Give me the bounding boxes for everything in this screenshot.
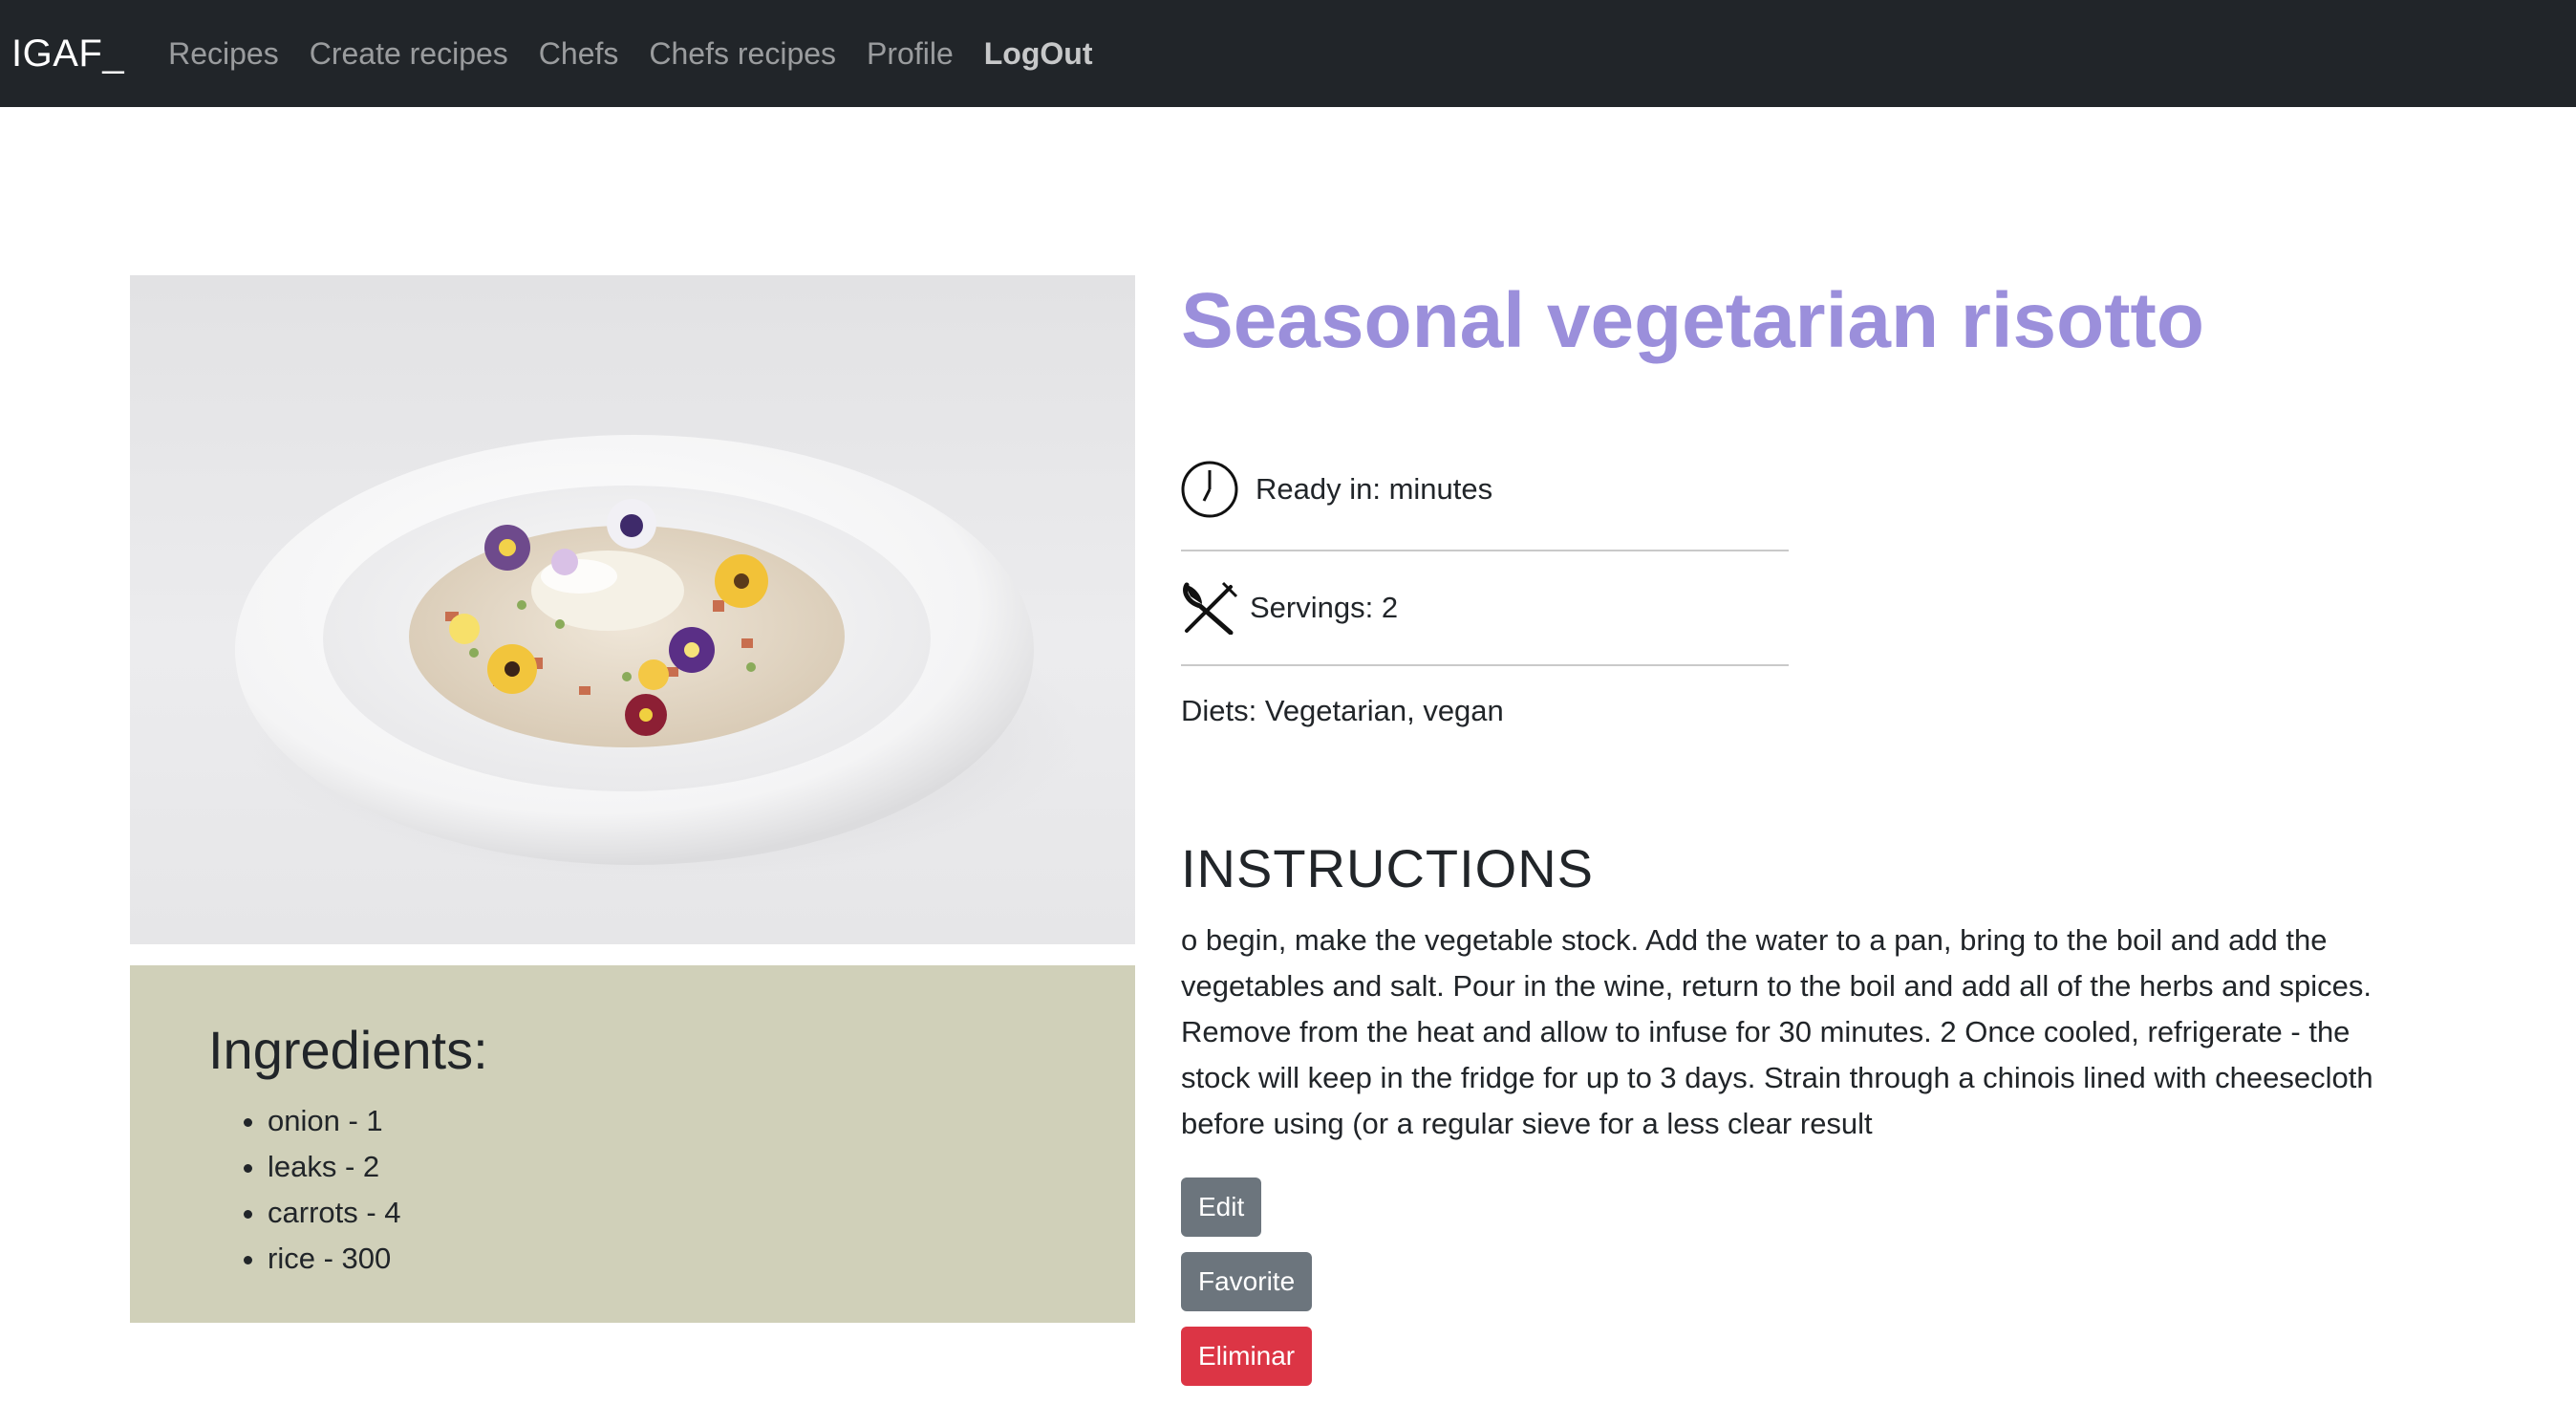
recipe-details: Seasonal vegetarian risotto Ready in: mi… xyxy=(1181,275,2423,1386)
ready-in-text: Ready in: minutes xyxy=(1256,472,1493,506)
nav-link-chefs[interactable]: Chefs xyxy=(539,36,619,72)
ingredients-list: onion - 1 leaks - 2 carrots - 4 rice - 3… xyxy=(208,1098,1135,1282)
risotto-plate-image xyxy=(235,435,1085,877)
nav-link-chefs-recipes[interactable]: Chefs recipes xyxy=(649,36,836,72)
brand-logo[interactable]: IGAF_ xyxy=(11,32,124,76)
ingredient-item: carrots - 4 xyxy=(268,1190,1135,1236)
divider xyxy=(1181,664,1789,666)
edit-button[interactable]: Edit xyxy=(1181,1178,1262,1237)
nav-link-recipes[interactable]: Recipes xyxy=(168,36,279,72)
ready-in-row: Ready in: minutes xyxy=(1181,461,1789,518)
ingredients-title: Ingredients: xyxy=(208,1020,488,1080)
fork-knife-icon xyxy=(1181,581,1238,635)
ingredients-panel: Ingredients: onion - 1 leaks - 2 carrots… xyxy=(130,965,1135,1323)
delete-button[interactable]: Eliminar xyxy=(1181,1327,1313,1386)
diets-row: Diets: Vegetarian, vegan xyxy=(1181,690,2136,732)
servings-row: Servings: 2 xyxy=(1181,579,1789,637)
diets-text: Diets: Vegetarian, vegan xyxy=(1181,694,1504,727)
recipe-image xyxy=(130,275,1135,944)
recipe-title: Seasonal vegetarian risotto xyxy=(1181,277,2204,364)
divider xyxy=(1181,550,1789,551)
nav-link-profile[interactable]: Profile xyxy=(867,36,954,72)
instructions-title: INSTRUCTIONS xyxy=(1181,838,1594,898)
servings-text: Servings: 2 xyxy=(1250,591,1399,624)
nav-link-logout[interactable]: LogOut xyxy=(984,36,1093,72)
navbar: IGAF_ Recipes Create recipes Chefs Chefs… xyxy=(0,0,2576,107)
clock-icon xyxy=(1181,461,1238,518)
ingredient-item: leaks - 2 xyxy=(268,1144,1135,1190)
favorite-button[interactable]: Favorite xyxy=(1181,1252,1313,1311)
nav-link-create-recipes[interactable]: Create recipes xyxy=(310,36,508,72)
instructions-text: o begin, make the vegetable stock. Add t… xyxy=(1181,923,2373,1140)
ingredient-item: rice - 300 xyxy=(268,1236,1135,1282)
ingredient-item: onion - 1 xyxy=(268,1098,1135,1144)
